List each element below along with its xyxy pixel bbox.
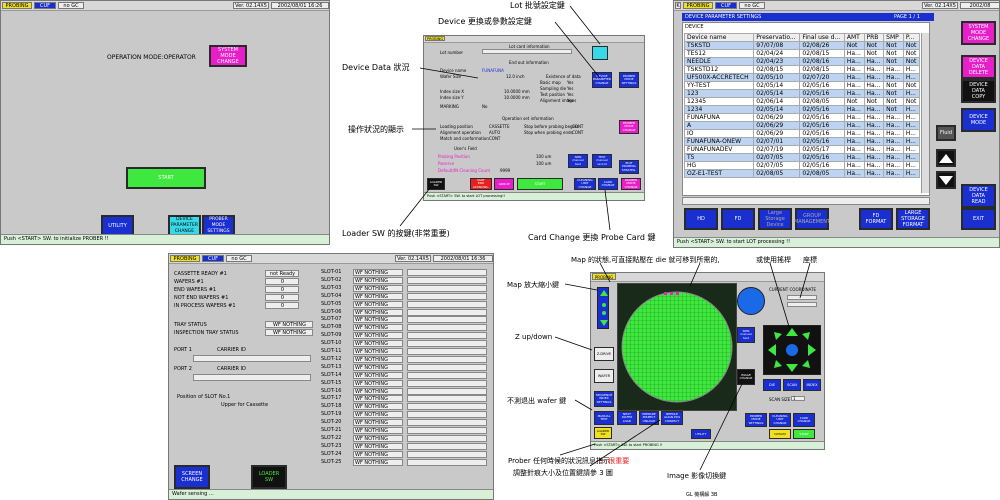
annotation-arrows-2 xyxy=(554,262,811,471)
